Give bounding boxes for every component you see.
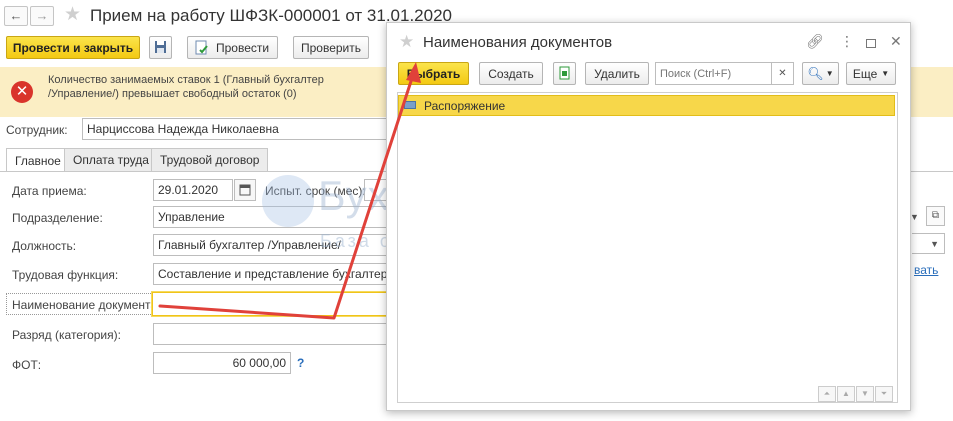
annotation-arrow-line	[158, 70, 416, 320]
annotation-arrow	[158, 62, 421, 320]
annotation-arrow-head	[406, 62, 421, 83]
